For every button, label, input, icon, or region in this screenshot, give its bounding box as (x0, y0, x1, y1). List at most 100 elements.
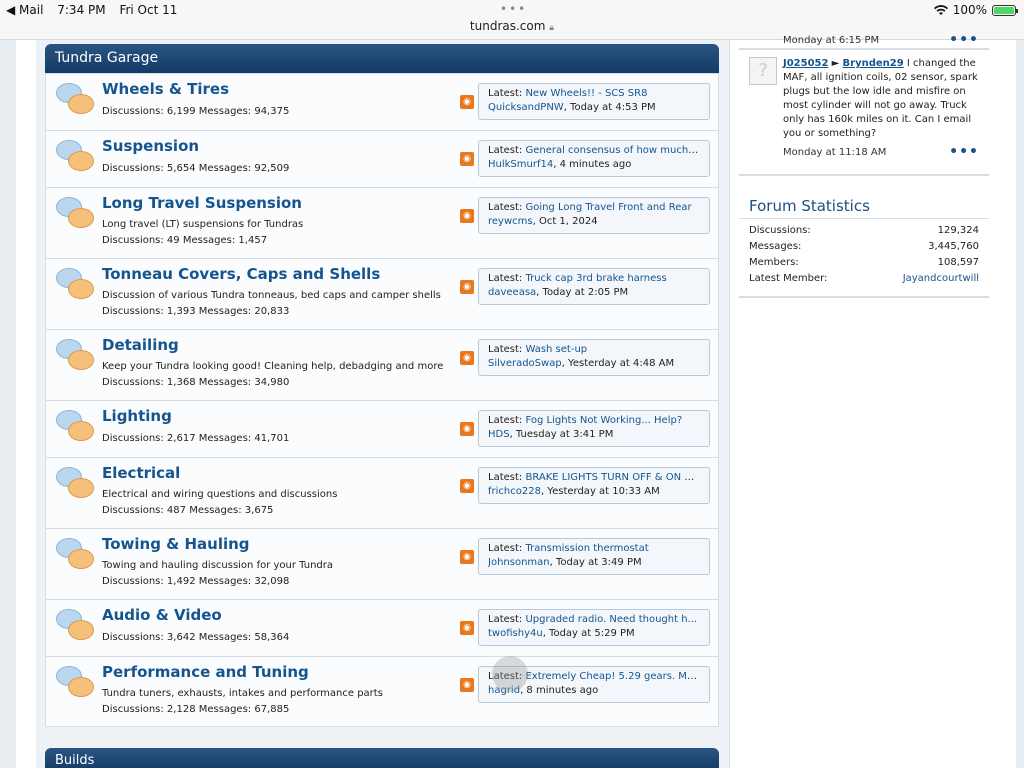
post-recipient-link[interactable]: Brynden29 (843, 58, 904, 69)
latest-time: , 4 minutes ago (553, 159, 632, 170)
latest-thread-link[interactable]: Going Long Travel Front and Rear (525, 202, 691, 213)
back-to-mail-link[interactable]: ◀ Mail (6, 3, 43, 17)
forum-stats: Discussions: 6,199 Messages: 94,375 (102, 106, 290, 117)
category-header[interactable]: Tundra Garage (45, 44, 719, 73)
forum-stats: Discussions: 1,368 Messages: 34,980 (102, 377, 290, 388)
latest-thread-link[interactable]: General consensus of how much L... (525, 145, 700, 156)
latest-user-link[interactable]: reywcms (488, 216, 533, 227)
latest-user-link[interactable]: SilveradoSwap (488, 358, 562, 369)
latest-post-box: Latest: Truck cap 3rd brake harness dave… (478, 268, 710, 305)
latest-member-link[interactable]: Jayandcourtwill (903, 273, 979, 284)
forum-row: Lighting Discussions: 2,617 Messages: 41… (46, 401, 718, 458)
lock-icon: 🔒︎ (549, 23, 555, 33)
forum-row: Performance and Tuning Tundra tuners, ex… (46, 657, 718, 726)
latest-post-box: Latest: General consensus of how much L.… (478, 140, 710, 177)
latest-thread-link[interactable]: Transmission thermostat (525, 543, 648, 554)
forum-title[interactable]: Wheels & Tires (102, 80, 229, 98)
forum-row: Tonneau Covers, Caps and Shells Discussi… (46, 259, 718, 330)
forum-title[interactable]: Tonneau Covers, Caps and Shells (102, 265, 380, 283)
address-bar[interactable]: tundras.com 🔒︎ (0, 19, 1024, 33)
latest-user-link[interactable]: twofishy4u (488, 628, 543, 639)
forum-bubbles-icon (56, 467, 94, 501)
stat-label: Messages: (749, 241, 802, 252)
latest-thread-link[interactable]: Upgraded radio. Need thought h... (525, 614, 697, 625)
previous-post-time: Monday at 6:15 PM (783, 35, 880, 46)
forum-statistics-title: Forum Statistics (749, 197, 870, 215)
forum-description: Tundra tuners, exhausts, intakes and per… (102, 688, 383, 699)
avatar[interactable]: ? (749, 57, 777, 85)
clock: 7:34 PM (57, 3, 106, 17)
stat-row: Messages: 3,445,760 (749, 241, 979, 252)
rss-icon[interactable]: ◉ (460, 280, 474, 294)
latest-time: , Tuesday at 3:41 PM (509, 429, 614, 440)
forum-title[interactable]: Audio & Video (102, 606, 222, 624)
latest-user-link[interactable]: QuicksandPNW (488, 102, 564, 113)
latest-user-link[interactable]: frichco228 (488, 486, 541, 497)
forum-description: Keep your Tundra looking good! Cleaning … (102, 361, 444, 372)
latest-user-link[interactable]: HDS (488, 429, 510, 440)
latest-post-box: Latest: Upgraded radio. Need thought h..… (478, 609, 710, 646)
latest-post-box: Latest: Transmission thermostat Johnsonm… (478, 538, 710, 575)
latest-thread-link[interactable]: Truck cap 3rd brake harness (525, 273, 666, 284)
category-header-builds[interactable]: Builds (45, 748, 719, 768)
rss-icon[interactable]: ◉ (460, 422, 474, 436)
forum-row: Detailing Keep your Tundra looking good!… (46, 330, 718, 401)
forum-title[interactable]: Suspension (102, 137, 199, 155)
divider (739, 296, 989, 298)
forum-bubbles-icon (56, 538, 94, 572)
rss-icon[interactable]: ◉ (460, 95, 474, 109)
latest-thread-link[interactable]: Extremely Cheap! 5.29 gears. Mo... (525, 671, 700, 682)
multitask-dots-icon[interactable]: ••• (500, 2, 527, 16)
latest-thread-link[interactable]: New Wheels!! - SCS SR8 (525, 88, 647, 99)
rss-icon[interactable]: ◉ (460, 678, 474, 692)
category-title: Builds (55, 753, 95, 768)
latest-user-link[interactable]: daveeasa (488, 287, 536, 298)
latest-label: Latest: (488, 472, 526, 483)
forum-stats: Discussions: 3,642 Messages: 58,364 (102, 632, 290, 643)
forum-bubbles-icon (56, 339, 94, 373)
post-author-link[interactable]: J025052 (783, 58, 828, 69)
rss-icon[interactable]: ◉ (460, 152, 474, 166)
latest-label: Latest: (488, 145, 526, 156)
latest-label: Latest: (488, 273, 526, 284)
post-text: I changed the MAF, all ignition coils, 0… (783, 58, 978, 139)
forum-title[interactable]: Detailing (102, 336, 179, 354)
latest-time: , Yesterday at 4:48 AM (561, 358, 675, 369)
latest-user-link[interactable]: Johnsonman (488, 557, 550, 568)
divider (739, 174, 989, 176)
rss-icon[interactable]: ◉ (460, 479, 474, 493)
forum-list-column: Tundra Garage Wheels & Tires Discussions… (36, 40, 730, 768)
latest-label: Latest: (488, 88, 526, 99)
latest-thread-link[interactable]: Fog Lights Not Working... Help? (525, 415, 682, 426)
latest-label: Latest: (488, 415, 526, 426)
touch-indicator (492, 656, 528, 692)
forum-stats: Discussions: 487 Messages: 3,675 (102, 505, 274, 516)
more-options-icon[interactable]: ••• (949, 144, 979, 160)
status-left: ◀ Mail 7:34 PM Fri Oct 11 (6, 3, 187, 17)
rss-icon[interactable]: ◉ (460, 621, 474, 635)
latest-time: , Today at 4:53 PM (563, 102, 656, 113)
rss-icon[interactable]: ◉ (460, 209, 474, 223)
profile-post: J025052 ► Brynden29 I changed the MAF, a… (783, 57, 979, 141)
rss-icon[interactable]: ◉ (460, 550, 474, 564)
forum-title[interactable]: Lighting (102, 407, 172, 425)
forum-title[interactable]: Performance and Tuning (102, 663, 309, 681)
latest-time: , Today at 3:49 PM (549, 557, 642, 568)
divider (739, 48, 989, 50)
forum-bubbles-icon (56, 609, 94, 643)
forum-title[interactable]: Towing & Hauling (102, 535, 250, 553)
battery-percent: 100% (952, 3, 987, 17)
forum-bubbles-icon (56, 197, 94, 231)
forum-row: Long Travel Suspension Long travel (LT) … (46, 188, 718, 259)
url-text: tundras.com (469, 19, 546, 33)
latest-user-link[interactable]: HulkSmurf14 (488, 159, 553, 170)
forum-title[interactable]: Electrical (102, 464, 180, 482)
forum-title[interactable]: Long Travel Suspension (102, 194, 302, 212)
latest-thread-link[interactable]: Wash set-up (525, 344, 587, 355)
latest-time: , Today at 5:29 PM (542, 628, 635, 639)
rss-icon[interactable]: ◉ (460, 351, 474, 365)
latest-thread-link[interactable]: BRAKE LIGHTS TURN OFF & ON R... (525, 472, 700, 483)
latest-post-box: Latest: Wash set-up SilveradoSwap, Yeste… (478, 339, 710, 376)
latest-time: , Oct 1, 2024 (532, 216, 598, 227)
more-options-icon[interactable]: ••• (949, 32, 979, 48)
